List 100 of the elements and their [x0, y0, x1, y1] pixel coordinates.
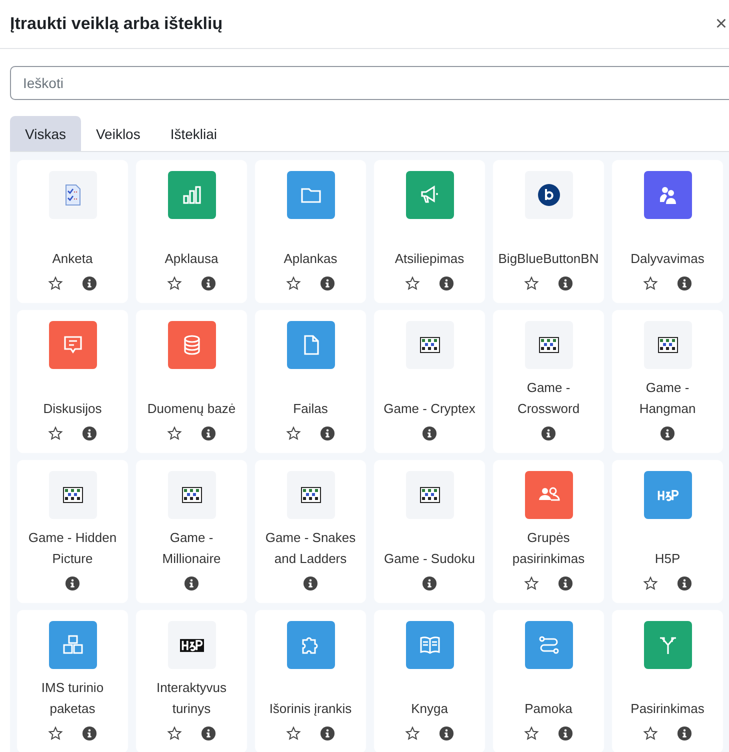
info-icon[interactable] [82, 276, 97, 291]
info-icon[interactable] [677, 276, 692, 291]
activity-card[interactable]: Game - Snakes and Ladders [255, 460, 366, 603]
activity-card[interactable]: Dalyvavimas [612, 160, 723, 303]
activity-card[interactable]: Grupės pasirinkimas [493, 460, 604, 603]
activity-name: Interaktyvus turinys [155, 679, 228, 718]
activity-card[interactable]: BigBlueButtonBN [493, 160, 604, 303]
activity-card[interactable]: Knyga [374, 610, 485, 752]
activity-name: Anketa [52, 250, 93, 268]
activity-name: Failas [293, 400, 328, 418]
activity-card[interactable]: Game - Millionaire [136, 460, 247, 603]
star-icon[interactable] [48, 726, 63, 741]
activity-name: Game - Snakes and Ladders [264, 529, 357, 568]
activity-card[interactable]: Duomenų bazė [136, 310, 247, 453]
activity-icon [48, 471, 96, 519]
info-icon[interactable] [439, 726, 454, 741]
activity-icon [286, 471, 334, 519]
info-icon[interactable] [82, 426, 97, 441]
info-icon[interactable] [201, 276, 216, 291]
activity-name: Diskusijos [43, 400, 102, 418]
activity-name: Pasirinkimas [630, 700, 704, 718]
activity-card[interactable]: Game - Sudoku [374, 460, 485, 603]
activity-name: Game - Cryptex [384, 400, 476, 418]
activity-icon [168, 471, 216, 519]
activity-card[interactable]: Aplankas [255, 160, 366, 303]
star-icon[interactable] [286, 426, 301, 441]
activity-icon [48, 171, 96, 219]
star-icon[interactable] [643, 276, 658, 291]
info-icon[interactable] [201, 426, 216, 441]
star-icon[interactable] [524, 726, 539, 741]
search-field[interactable]: Ieškoti [10, 66, 729, 100]
star-icon[interactable] [524, 576, 539, 591]
activity-name: Aplankas [284, 250, 338, 268]
activity-name: Game - Millionaire [161, 529, 222, 568]
info-icon[interactable] [558, 276, 573, 291]
info-icon[interactable] [541, 426, 556, 441]
star-icon[interactable] [643, 576, 658, 591]
activity-name: BigBlueButtonBN [498, 250, 599, 268]
activity-card[interactable]: Failas [255, 310, 366, 453]
activity-name: Game - Hidden Picture [27, 529, 118, 568]
info-icon[interactable] [184, 576, 199, 591]
star-icon[interactable] [643, 726, 658, 741]
activity-icon [524, 321, 572, 369]
info-icon[interactable] [320, 426, 335, 441]
activity-card[interactable]: Game - Crossword [493, 310, 604, 453]
activity-icon [524, 171, 572, 219]
activity-card[interactable]: Game - Hangman [612, 310, 723, 453]
star-icon[interactable] [286, 276, 301, 291]
info-icon[interactable] [558, 576, 573, 591]
tab[interactable]: Ištekliai [155, 116, 232, 151]
info-icon[interactable] [439, 276, 454, 291]
info-icon[interactable] [201, 726, 216, 741]
activity-icon [644, 321, 692, 369]
tab[interactable]: Veiklos [80, 116, 156, 151]
info-icon[interactable] [660, 426, 675, 441]
activity-card[interactable]: H5P [612, 460, 723, 603]
activity-name: Game - Crossword [516, 379, 581, 418]
info-icon[interactable] [677, 576, 692, 591]
star-icon[interactable] [167, 276, 182, 291]
star-icon[interactable] [167, 726, 182, 741]
star-icon[interactable] [405, 276, 420, 291]
activity-name: Pamoka [524, 700, 572, 718]
activity-name: Dalyvavimas [630, 250, 704, 268]
activity-card[interactable]: Išorinis įrankis [255, 610, 366, 752]
close-button[interactable]: × [713, 14, 729, 34]
info-icon[interactable] [422, 426, 437, 441]
info-icon[interactable] [82, 726, 97, 741]
activity-icon [406, 471, 454, 519]
activity-name: Išorinis įrankis [269, 700, 352, 718]
star-icon[interactable] [405, 726, 420, 741]
star-icon[interactable] [48, 276, 63, 291]
activity-icon [168, 621, 216, 669]
activity-card[interactable]: Pamoka [493, 610, 604, 752]
info-icon[interactable] [65, 576, 80, 591]
activity-name: Atsiliepimas [394, 250, 464, 268]
info-icon[interactable] [558, 726, 573, 741]
info-icon[interactable] [320, 726, 335, 741]
activity-card[interactable]: Pasirinkimas [612, 610, 723, 752]
activity-name: IMS turinio paketas [40, 679, 105, 718]
star-icon[interactable] [286, 726, 301, 741]
activity-card[interactable]: IMS turinio paketas [17, 610, 128, 752]
activity-card[interactable]: Game - Cryptex [374, 310, 485, 453]
activity-card[interactable]: Atsiliepimas [374, 160, 485, 303]
activity-card[interactable]: Anketa [17, 160, 128, 303]
info-icon[interactable] [303, 576, 318, 591]
activity-name: Game - Hangman [638, 379, 697, 418]
star-icon[interactable] [524, 276, 539, 291]
info-icon[interactable] [320, 276, 335, 291]
info-icon[interactable] [422, 576, 437, 591]
activity-name: Game - Sudoku [384, 550, 476, 568]
activity-card[interactable]: Apklausa [136, 160, 247, 303]
activity-card[interactable]: Game - Hidden Picture [17, 460, 128, 603]
tab[interactable]: Viskas [10, 116, 81, 151]
activity-card[interactable]: Diskusijos [17, 310, 128, 453]
star-icon[interactable] [167, 426, 182, 441]
activity-card[interactable]: Interaktyvus turinys [136, 610, 247, 752]
activity-name: Grupės pasirinkimas [511, 529, 586, 568]
activity-icon [406, 321, 454, 369]
info-icon[interactable] [677, 726, 692, 741]
star-icon[interactable] [48, 426, 63, 441]
